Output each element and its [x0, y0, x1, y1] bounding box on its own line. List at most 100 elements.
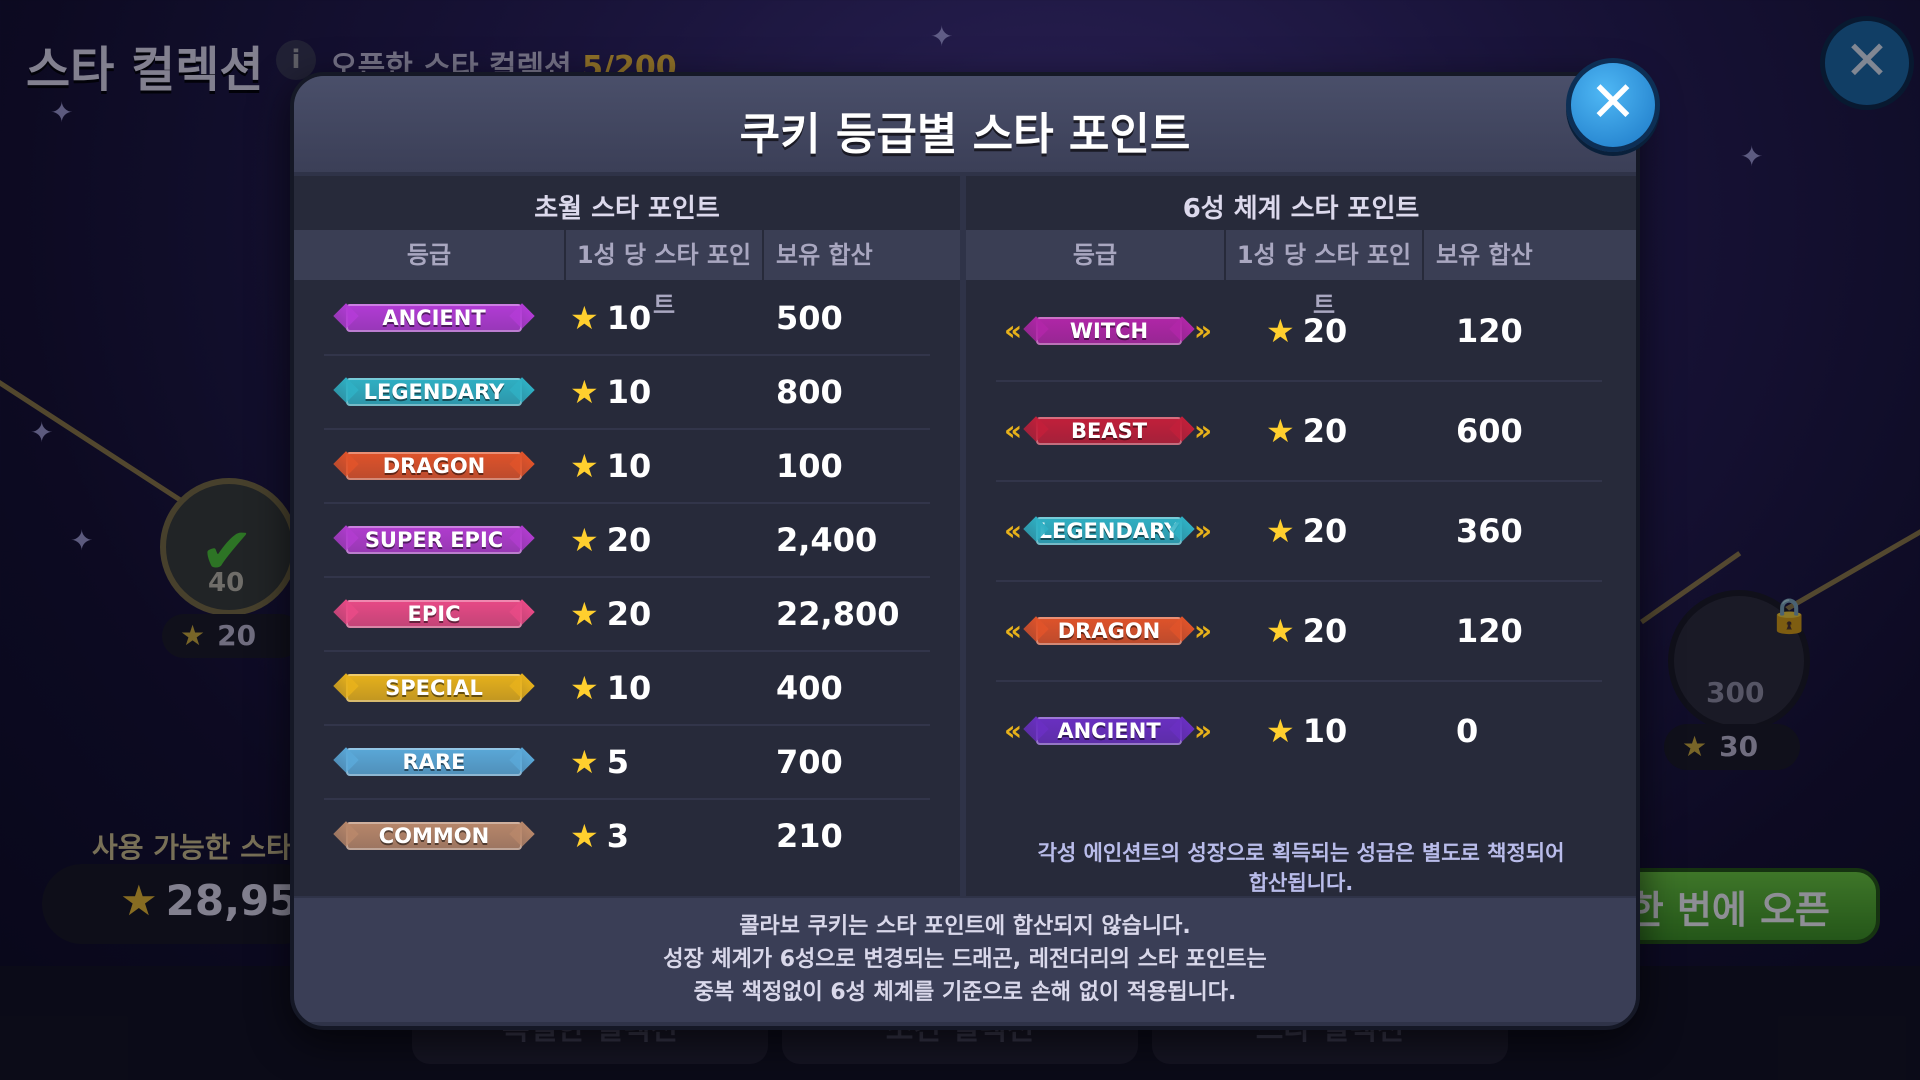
points-per-star: ★ 20 [570, 521, 651, 559]
points-value: 20 [606, 595, 652, 633]
points-per-star: ★ 20 [1266, 412, 1347, 450]
total-value: 800 [776, 373, 843, 411]
total-value: 600 [1456, 412, 1523, 450]
grade-row: LEGENDARY ★ 10 800 [324, 356, 930, 430]
total-value: 400 [776, 669, 843, 707]
points-value: 20 [1302, 512, 1348, 550]
star-icon: ★ [570, 299, 599, 337]
points-per-star: ★ 10 [570, 373, 651, 411]
modal-title: 쿠키 등급별 스타 포인트 [739, 109, 1191, 160]
column-header-points: 1성 당 스타 포인트 [1226, 230, 1422, 319]
points-value: 10 [606, 447, 652, 485]
grade-row: DRAGON « » ★ 20 120 [996, 582, 1602, 682]
grade-badge: LEGENDARY [346, 378, 522, 406]
points-value: 20 [606, 521, 652, 559]
points-per-star: ★ 10 [570, 447, 651, 485]
modal-footer: 콜라보 쿠키는 스타 포인트에 합산되지 않습니다. 성장 체계가 6성으로 변… [294, 898, 1636, 1022]
star-icon: ★ [1266, 512, 1295, 550]
note-line: 합산됩니다. [1248, 871, 1354, 895]
grade-row: COMMON ★ 3 210 [324, 800, 930, 872]
grade-row: EPIC ★ 20 22,800 [324, 578, 930, 652]
chevron-left-icon: « [1004, 414, 1023, 447]
grade-badge: DRAGON [346, 452, 522, 480]
grade-badge: SPECIAL [346, 674, 522, 702]
points-value: 10 [606, 669, 652, 707]
awakened-note: 각성 에인션트의 성장으로 획득되는 성급은 별도로 책정되어 합산됩니다. [966, 838, 1636, 898]
grade-badge: EPIC [346, 600, 522, 628]
total-value: 210 [776, 817, 843, 855]
grade-row: ANCIENT « » ★ 10 0 [996, 682, 1602, 780]
column-header-points: 1성 당 스타 포인트 [566, 230, 762, 319]
total-value: 100 [776, 447, 843, 485]
transcend-panel: 초월 스타 포인트 등급 1성 당 스타 포인트 보유 합산 ANCIENT ★ 1… [294, 176, 960, 896]
points-value: 10 [606, 373, 652, 411]
footer-line: 콜라보 쿠키는 스타 포인트에 합산되지 않습니다. [739, 914, 1191, 939]
points-value: 3 [606, 817, 629, 855]
total-value: 360 [1456, 512, 1523, 550]
total-value: 120 [1456, 612, 1523, 650]
footer-line: 성장 체계가 6성으로 변경되는 드래곤, 레전더리의 스타 포인트는 [663, 947, 1267, 972]
points-per-star: ★ 20 [570, 595, 651, 633]
total-value: 22,800 [776, 595, 900, 633]
chevron-left-icon: « [1004, 514, 1023, 547]
grade-row: RARE ★ 5 700 [324, 726, 930, 800]
grade-badge: COMMON [346, 822, 522, 850]
grade-badge: WITCH [1036, 317, 1182, 345]
star-icon: ★ [1266, 412, 1295, 450]
total-value: 120 [1456, 312, 1523, 350]
grade-badge: LEGENDARY [1036, 517, 1182, 545]
total-value: 700 [776, 743, 843, 781]
star-icon: ★ [570, 817, 599, 855]
points-value: 20 [1302, 412, 1348, 450]
star-icon: ★ [570, 521, 599, 559]
total-value: 2,400 [776, 521, 878, 559]
points-per-star: ★ 10 [570, 669, 651, 707]
chevron-right-icon: » [1194, 514, 1213, 547]
column-header-total: 보유 합산 [764, 230, 960, 280]
grade-badge: BEAST [1036, 417, 1182, 445]
grade-badge: ANCIENT [1036, 717, 1182, 745]
chevron-left-icon: « [1004, 614, 1023, 647]
column-header-grade: 등급 [294, 230, 564, 280]
star-icon: ★ [570, 743, 599, 781]
modal-header: 쿠키 등급별 스타 포인트 [294, 76, 1636, 172]
points-per-star: ★ 3 [570, 817, 629, 855]
modal-close-button[interactable]: ✕ [1566, 58, 1660, 152]
grade-row: BEAST « » ★ 20 600 [996, 382, 1602, 482]
star-icon: ★ [570, 447, 599, 485]
points-value: 5 [606, 743, 629, 781]
points-per-star: ★ 20 [1266, 512, 1347, 550]
points-per-star: ★ 10 [1266, 712, 1347, 750]
column-header-total: 보유 합산 [1424, 230, 1636, 280]
chevron-left-icon: « [1004, 314, 1023, 347]
points-per-star: ★ 20 [1266, 312, 1347, 350]
grade-row: SPECIAL ★ 10 400 [324, 652, 930, 726]
star-icon: ★ [570, 669, 599, 707]
points-value: 20 [1302, 612, 1348, 650]
total-value: 0 [1456, 712, 1479, 750]
star-icon: ★ [570, 373, 599, 411]
chevron-right-icon: » [1194, 714, 1213, 747]
points-per-star: ★ 5 [570, 743, 629, 781]
points-per-star: ★ 10 [570, 299, 651, 337]
points-per-star: ★ 20 [1266, 612, 1347, 650]
star-points-modal: 쿠키 등급별 스타 포인트 초월 스타 포인트 등급 1성 당 스타 포인트 보… [290, 72, 1640, 1030]
chevron-right-icon: » [1194, 314, 1213, 347]
grade-row: WITCH « » ★ 20 120 [996, 282, 1602, 382]
six-star-panel: 6성 체계 스타 포인트 등급 1성 당 스타 포인트 보유 합산 WITCH «… [966, 176, 1636, 896]
grade-row: SUPER EPIC ★ 20 2,400 [324, 504, 930, 578]
chevron-right-icon: » [1194, 614, 1213, 647]
chevron-right-icon: » [1194, 414, 1213, 447]
grade-badge: ANCIENT [346, 304, 522, 332]
star-icon: ★ [1266, 312, 1295, 350]
points-value: 10 [606, 299, 652, 337]
points-value: 20 [1302, 312, 1348, 350]
column-header-grade: 등급 [966, 230, 1224, 280]
grade-row: DRAGON ★ 10 100 [324, 430, 930, 504]
panel-title: 초월 스타 포인트 [534, 194, 720, 224]
grade-badge: RARE [346, 748, 522, 776]
footer-notes: 콜라보 쿠키는 스타 포인트에 합산되지 않습니다. 성장 체계가 6성으로 변… [294, 910, 1636, 1009]
points-value: 10 [1302, 712, 1348, 750]
panel-title: 6성 체계 스타 포인트 [1182, 194, 1420, 224]
grade-badge: SUPER EPIC [346, 526, 522, 554]
